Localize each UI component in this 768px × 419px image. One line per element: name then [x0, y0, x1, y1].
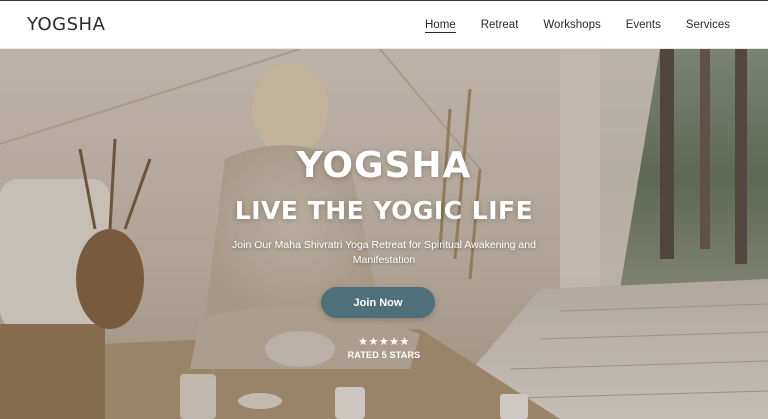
hero-section: YOGSHA LIVE THE YOGIC LIFE Join Our Maha…	[0, 49, 768, 419]
join-now-button[interactable]: Join Now	[321, 287, 435, 318]
nav-item-services[interactable]: Services	[686, 1, 730, 49]
rating-text: RATED 5 STARS	[347, 350, 421, 360]
nav-item-workshops[interactable]: Workshops	[543, 1, 600, 49]
nav-item-retreat[interactable]: Retreat	[481, 1, 519, 49]
nav-item-home[interactable]: Home	[425, 1, 456, 49]
hero-subtitle: LIVE THE YOGIC LIFE	[234, 196, 534, 225]
hero-title: YOGSHA	[296, 145, 472, 186]
site-header: YOGSHA Home Retreat Workshops Events Ser…	[0, 1, 768, 49]
hero-description: Join Our Maha Shivratri Yoga Retreat for…	[232, 239, 536, 266]
hero-content: YOGSHA LIVE THE YOGIC LIFE Join Our Maha…	[0, 49, 768, 419]
main-nav: Home Retreat Workshops Events Services	[400, 1, 730, 49]
nav-item-events[interactable]: Events	[626, 1, 661, 49]
rating-stars-icon: ★★★★★	[358, 335, 410, 348]
brand-logo[interactable]: YOGSHA	[27, 14, 105, 38]
